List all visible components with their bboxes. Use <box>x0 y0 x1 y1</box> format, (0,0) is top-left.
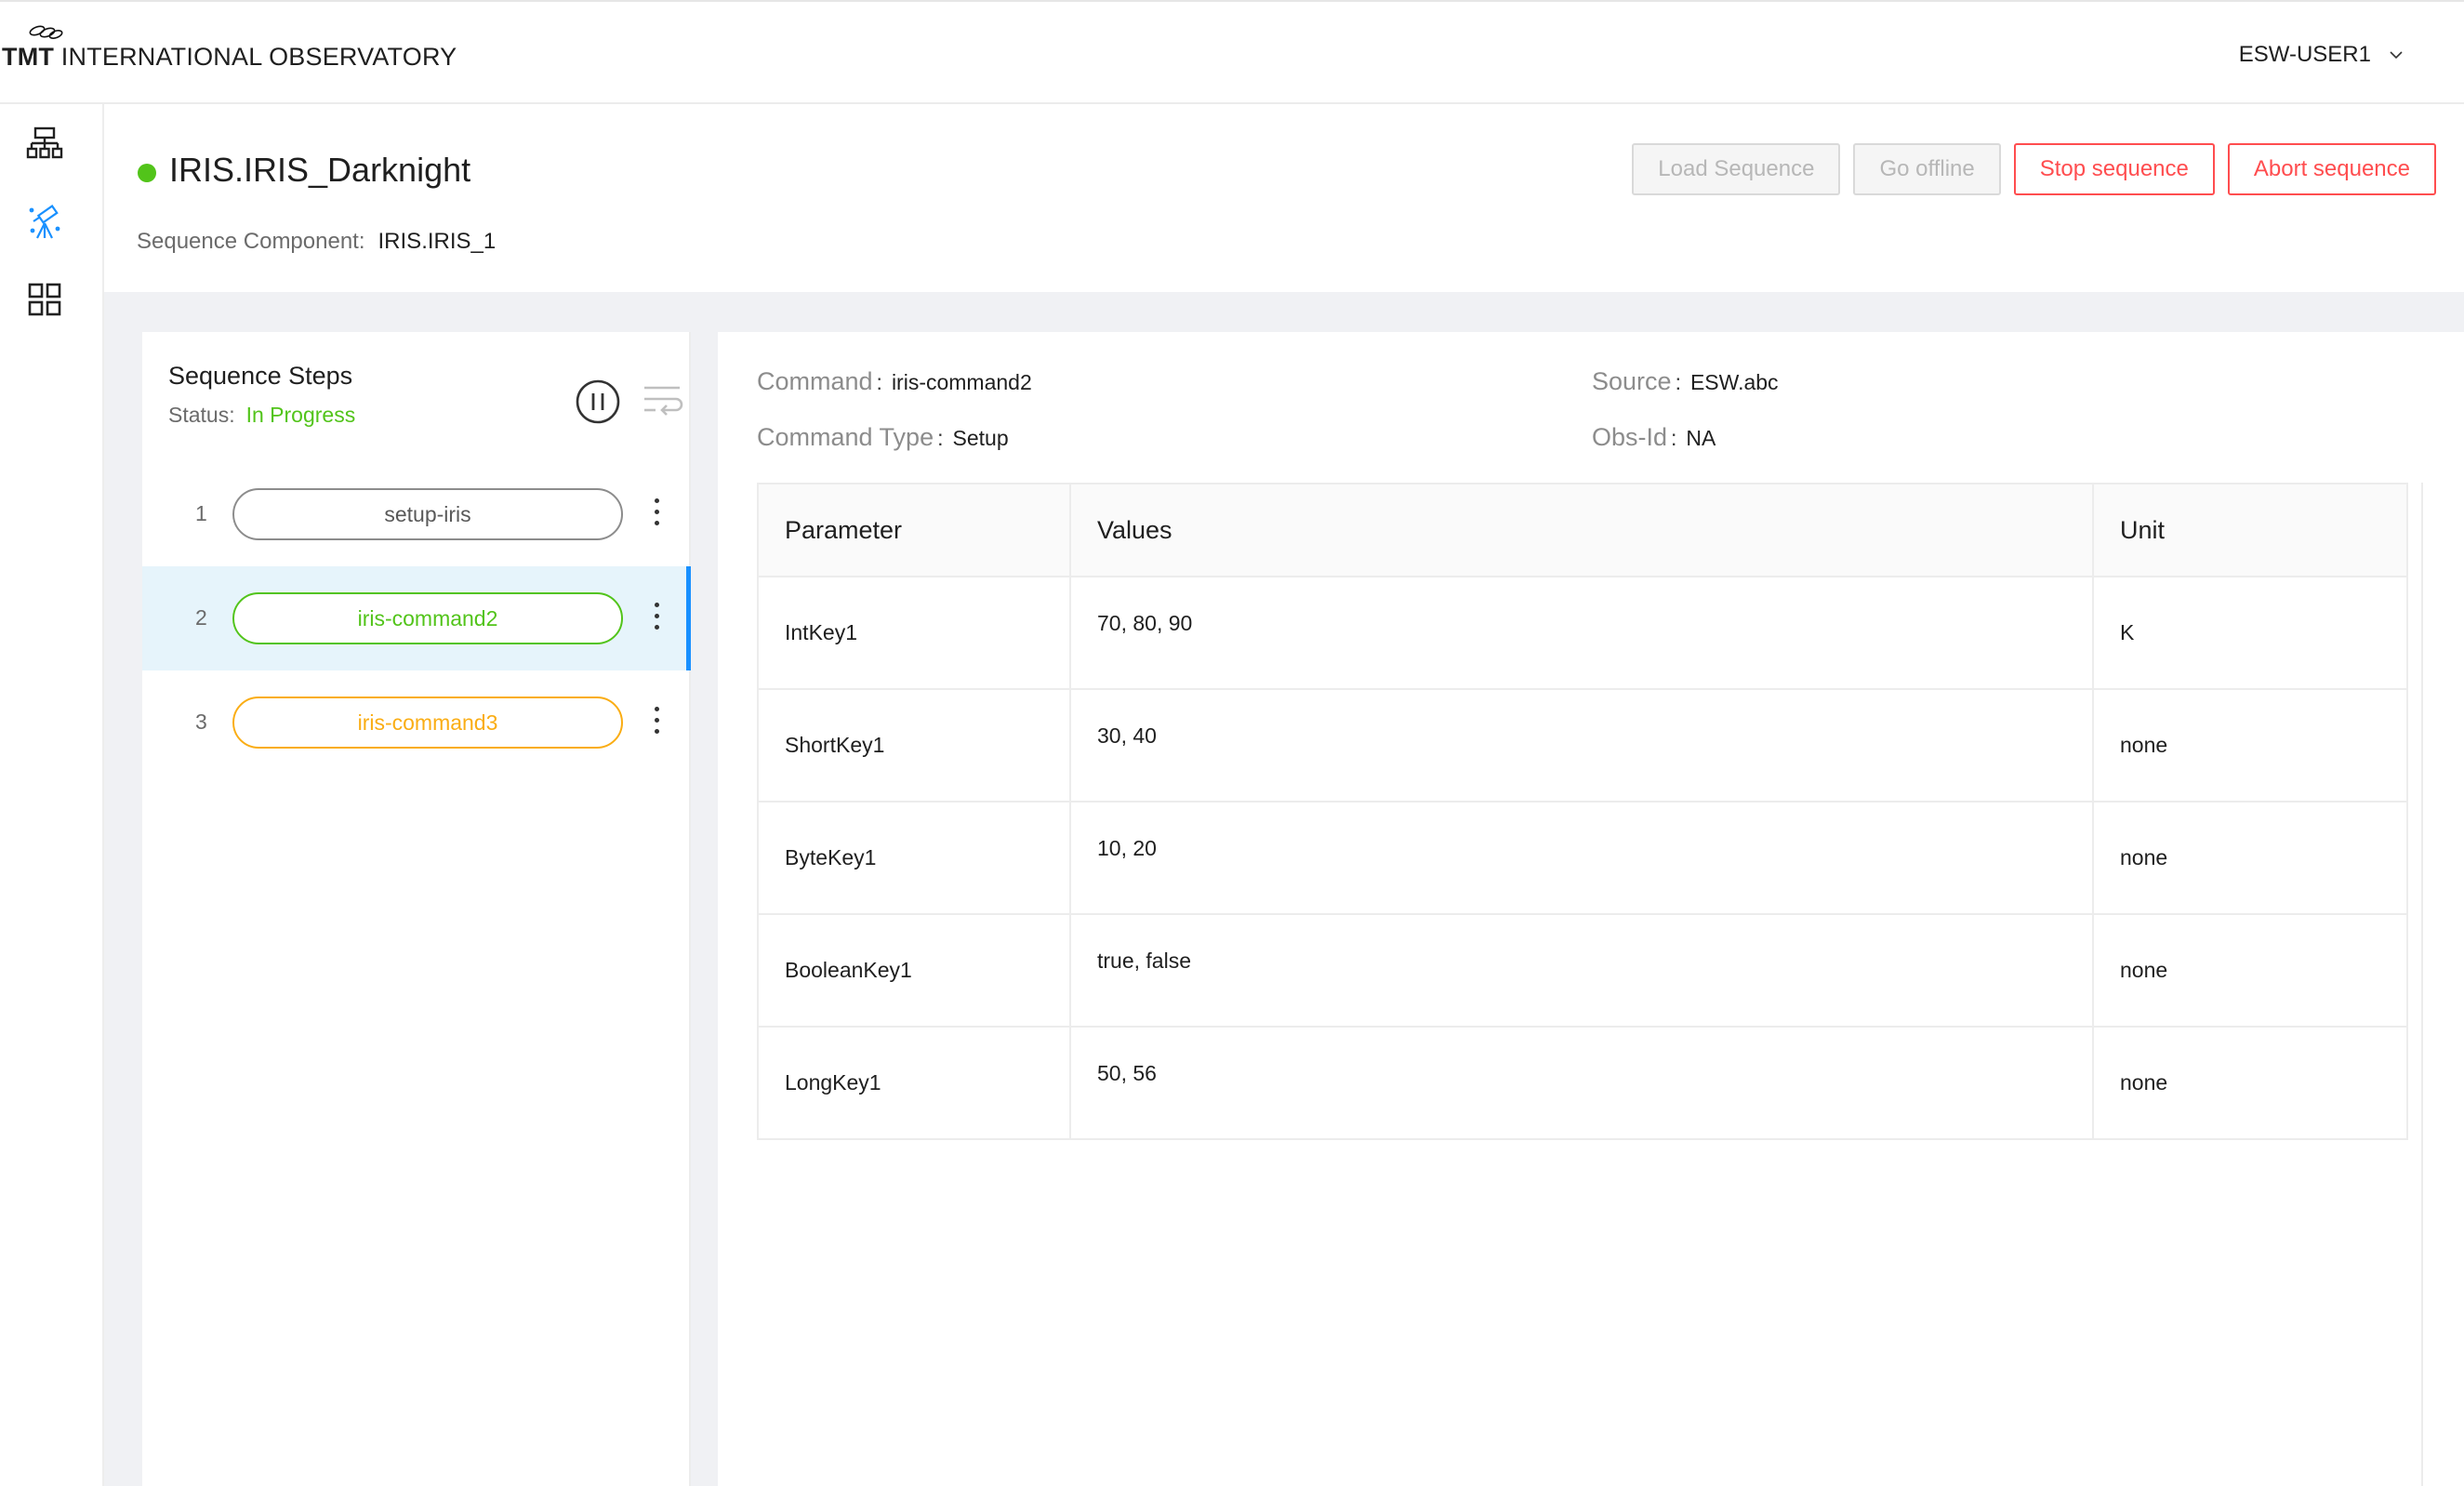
steps-status: Status: In Progress <box>168 403 355 428</box>
user-name: ESW-USER1 <box>2238 42 2371 67</box>
values-cell: 50, 56 <box>1069 1026 2094 1140</box>
unit-cell: none <box>2092 688 2408 803</box>
step-number: 2 <box>195 605 207 630</box>
logo-org-text: INTERNATIONAL OBSERVATORY <box>60 43 457 71</box>
reorder-icon[interactable] <box>642 382 683 419</box>
command-details-panel: Command : iris-command2 Command Type : S… <box>718 332 2464 1486</box>
column-header-values: Values <box>1069 483 2094 577</box>
table-row: IntKey1 70, 80, 90 K <box>757 576 2408 690</box>
column-header-parameter: Parameter <box>757 483 1071 577</box>
step-button[interactable]: iris-command3 <box>232 697 623 749</box>
step-number: 3 <box>195 710 207 734</box>
left-nav <box>0 104 104 1486</box>
action-buttons: Load Sequence Go offline Stop sequence A… <box>1632 143 2436 195</box>
telescope-icon[interactable] <box>26 205 63 242</box>
obs-id-label: Obs-Id <box>1592 423 1668 451</box>
command-type-value: Setup <box>952 426 1009 450</box>
unit-cell: none <box>2092 1026 2408 1140</box>
command-info: Command : iris-command2 <box>757 367 1032 395</box>
logo-text: TMT INTERNATIONAL OBSERVATORY <box>2 43 457 72</box>
column-header-unit: Unit <box>2092 483 2408 577</box>
steps-status-label: Status: <box>168 403 235 427</box>
sequence-component-label: Sequence Component: <box>137 229 365 254</box>
chevron-down-icon <box>2390 51 2403 60</box>
load-sequence-button[interactable]: Load Sequence <box>1632 143 1841 195</box>
source-label: Source <box>1592 367 1672 395</box>
parameter-cell: IntKey1 <box>757 576 1071 690</box>
top-header: TMT INTERNATIONAL OBSERVATORY ESW-USER1 <box>0 0 2464 104</box>
more-options-icon[interactable] <box>652 600 661 637</box>
app-root: TMT INTERNATIONAL OBSERVATORY ESW-USER1 <box>0 0 2464 1486</box>
parameter-cell: ByteKey1 <box>757 801 1071 915</box>
sequence-steps-panel: Sequence Steps Status: In Progress 1 set… <box>142 332 691 1486</box>
step-list: 1 setup-iris 2 iris-command2 3 iris-comm… <box>142 462 691 775</box>
parameters-table: Parameter Values Unit IntKey1 70, 80, 90… <box>757 483 2408 1140</box>
logo-bold-text: TMT <box>2 43 55 71</box>
more-options-icon[interactable] <box>652 704 661 741</box>
more-options-icon[interactable] <box>652 496 661 533</box>
unit-cell: none <box>2092 801 2408 915</box>
command-value: iris-command2 <box>891 370 1032 394</box>
command-type-label: Command Type <box>757 423 934 451</box>
parameter-cell: LongKey1 <box>757 1026 1071 1140</box>
status-dot <box>138 164 156 182</box>
step-row[interactable]: 1 setup-iris <box>142 462 691 566</box>
table-row: BooleanKey1 true, false none <box>757 913 2408 1028</box>
command-type-info: Command Type : Setup <box>757 423 1009 451</box>
table-row: ShortKey1 30, 40 none <box>757 688 2408 803</box>
parameters-table-wrapper: Parameter Values Unit IntKey1 70, 80, 90… <box>757 483 2423 1486</box>
step-number: 1 <box>195 501 207 525</box>
grid-icon[interactable] <box>26 281 63 318</box>
pause-icon[interactable] <box>575 378 621 425</box>
parameter-cell: BooleanKey1 <box>757 913 1071 1028</box>
values-cell: 70, 80, 90 <box>1069 576 2094 690</box>
obs-id-value: NA <box>1686 426 1716 450</box>
steps-status-value: In Progress <box>245 403 356 427</box>
sequence-component: Sequence Component: IRIS.IRIS_1 <box>137 229 496 255</box>
command-label: Command <box>757 367 873 395</box>
values-cell: 10, 20 <box>1069 801 2094 915</box>
step-row-selected[interactable]: 2 iris-command2 <box>142 566 691 670</box>
values-cell: true, false <box>1069 913 2094 1028</box>
step-button[interactable]: setup-iris <box>232 488 623 540</box>
sequence-component-value: IRIS.IRIS_1 <box>378 229 497 254</box>
values-cell: 30, 40 <box>1069 688 2094 803</box>
step-row[interactable]: 3 iris-command3 <box>142 670 691 775</box>
table-row: ByteKey1 10, 20 none <box>757 801 2408 915</box>
stop-sequence-button[interactable]: Stop sequence <box>2013 143 2215 195</box>
abort-sequence-button[interactable]: Abort sequence <box>2227 143 2436 195</box>
main-content: IRIS.IRIS_Darknight Sequence Component: … <box>104 104 2464 1486</box>
source-info: Source : ESW.abc <box>1592 367 1779 395</box>
tmt-logo[interactable]: TMT INTERNATIONAL OBSERVATORY <box>2 20 485 76</box>
page-title: IRIS.IRIS_Darknight <box>169 151 471 189</box>
sequencer-title-bar: IRIS.IRIS_Darknight Sequence Component: … <box>104 104 2464 292</box>
source-value: ESW.abc <box>1689 370 1779 394</box>
parameter-cell: ShortKey1 <box>757 688 1071 803</box>
go-offline-button[interactable]: Go offline <box>1853 143 2001 195</box>
obs-id-info: Obs-Id : NA <box>1592 423 1716 451</box>
table-row: LongKey1 50, 56 none <box>757 1026 2408 1140</box>
step-button[interactable]: iris-command2 <box>232 592 623 644</box>
sitemap-icon[interactable] <box>26 125 63 162</box>
steps-title: Sequence Steps <box>168 362 353 390</box>
user-menu[interactable]: ESW-USER1 <box>2239 39 2404 71</box>
unit-cell: K <box>2092 576 2408 690</box>
tmt-logo-mark-icon <box>29 25 63 39</box>
table-header-row: Parameter Values Unit <box>757 483 2408 577</box>
unit-cell: none <box>2092 913 2408 1028</box>
